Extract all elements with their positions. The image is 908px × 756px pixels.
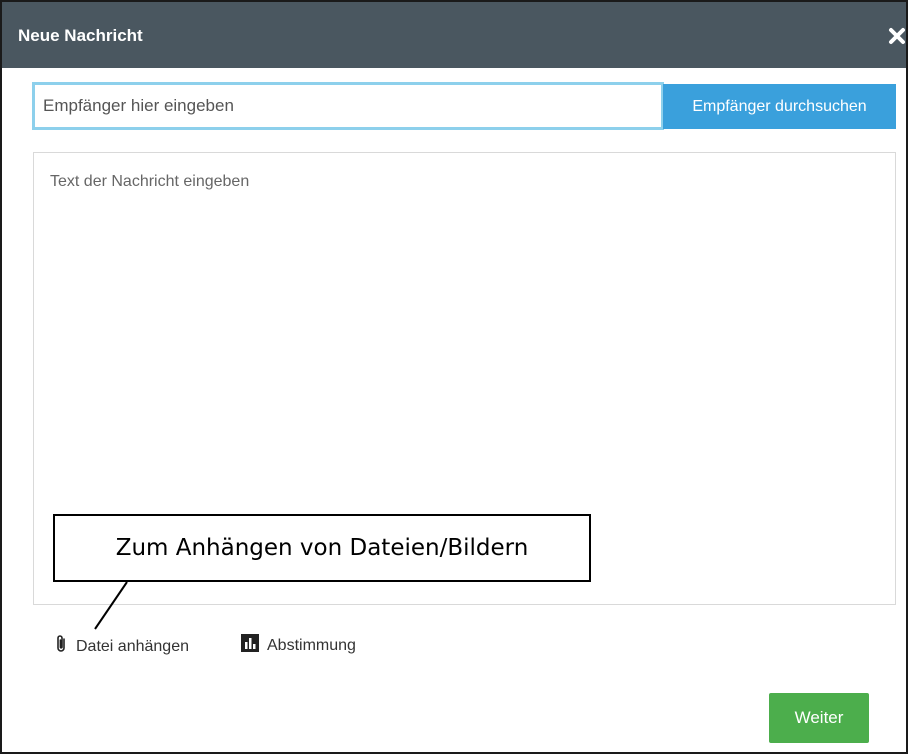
attach-file-button[interactable]: Datei anhängen <box>54 634 189 659</box>
next-button[interactable]: Weiter <box>769 693 869 743</box>
dialog-title: Neue Nachricht <box>18 26 143 45</box>
close-icon[interactable] <box>888 27 906 45</box>
search-recipients-button[interactable]: Empfänger durchsuchen <box>663 84 896 129</box>
annotation-callout: Zum Anhängen von Dateien/Bildern <box>53 514 591 582</box>
annotation-text: Zum Anhängen von Dateien/Bildern <box>115 535 529 561</box>
poll-button[interactable]: Abstimmung <box>241 634 356 657</box>
recipient-input[interactable] <box>32 82 664 130</box>
paperclip-icon <box>54 634 68 659</box>
message-placeholder: Text der Nachricht eingeben <box>50 173 250 190</box>
poll-label: Abstimmung <box>267 636 356 654</box>
new-message-dialog: Neue Nachricht Empfänger durchsuchen Tex… <box>0 0 908 754</box>
bar-chart-icon <box>241 634 259 657</box>
dialog-titlebar: Neue Nachricht <box>2 2 906 68</box>
attach-file-label: Datei anhängen <box>76 637 189 655</box>
